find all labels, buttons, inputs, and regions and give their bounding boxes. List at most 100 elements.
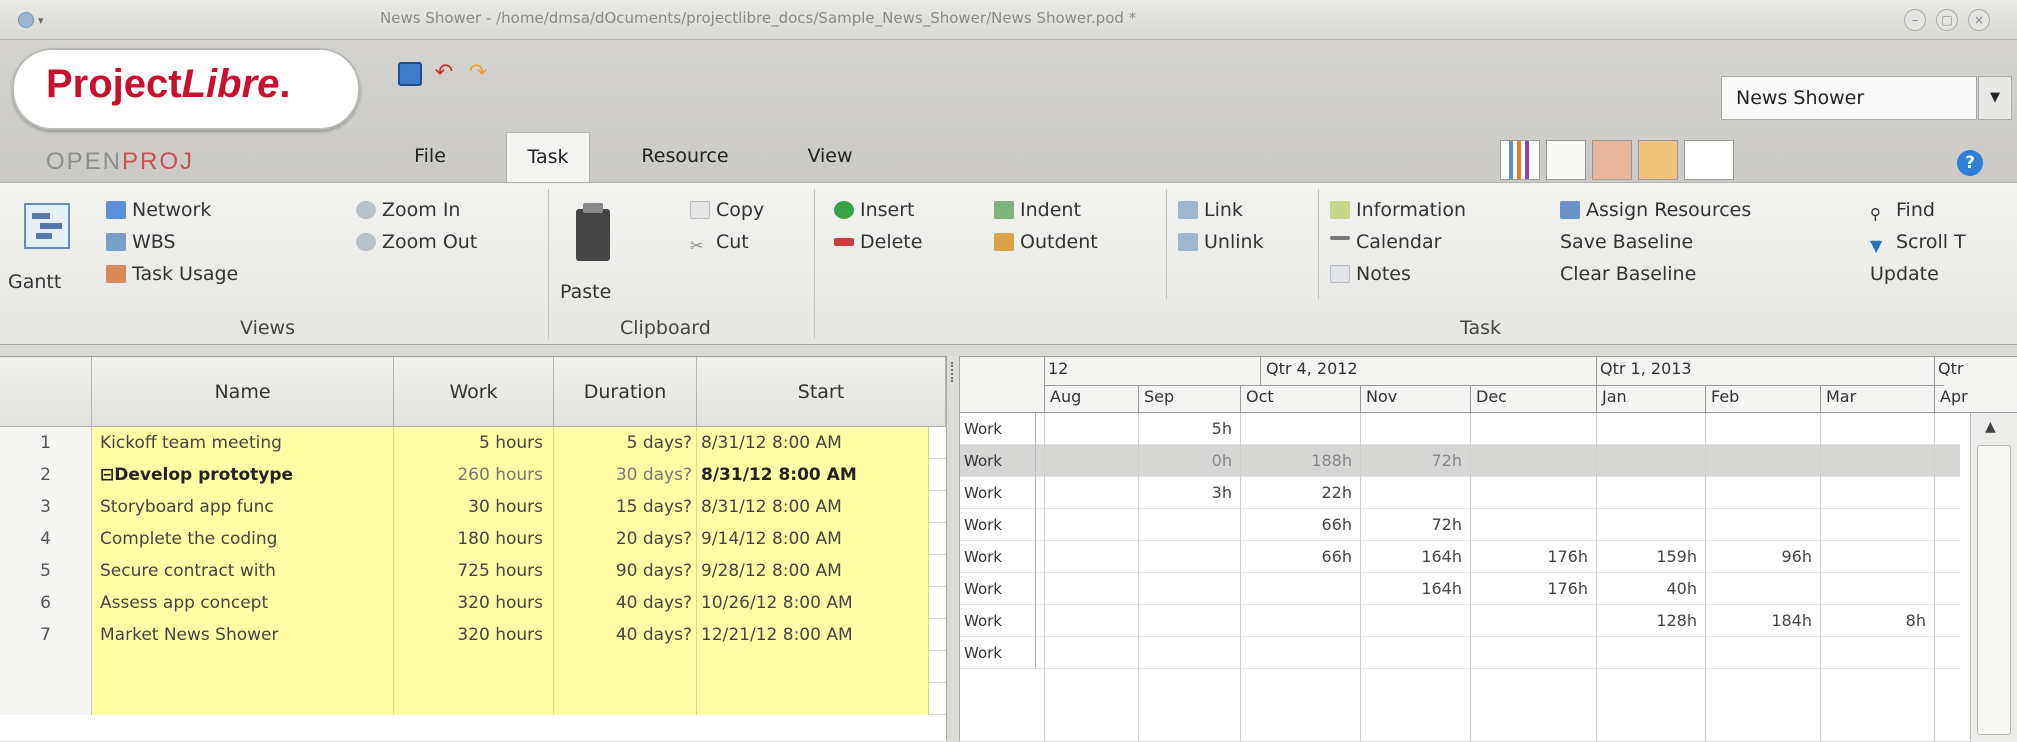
table-row-empty[interactable] — [0, 651, 946, 683]
cut-button[interactable]: ✂ Cut — [690, 231, 749, 255]
tab-view[interactable]: View — [790, 132, 870, 182]
blank-view-icon[interactable] — [1684, 140, 1734, 180]
task-id-cell[interactable]: 1 — [0, 427, 92, 459]
task-work-cell[interactable]: 180 hours — [394, 523, 554, 555]
usage-work-value[interactable]: 8h — [1820, 605, 1926, 637]
task-id-cell[interactable]: 4 — [0, 523, 92, 555]
paste-button[interactable]: Paste — [560, 281, 611, 303]
tab-resource[interactable]: Resource — [622, 132, 748, 182]
table-row[interactable]: 1 Kickoff team meeting 5 hours 5 days? 8/31/… — [0, 427, 946, 459]
task-work-cell[interactable]: 5 hours — [394, 427, 554, 459]
usage-work-value[interactable]: 176h — [1470, 573, 1588, 605]
tab-task[interactable]: Task — [506, 132, 590, 182]
usage-row[interactable]: Work 66h 164h 176h 159h 96h — [960, 541, 1960, 573]
usage-work-value[interactable]: 128h — [1596, 605, 1697, 637]
task-start-cell[interactable]: 8/31/12 8:00 AM — [697, 459, 929, 491]
assign-resources-button[interactable]: Assign Resources — [1560, 199, 1751, 221]
task-start-cell[interactable]: 9/28/12 8:00 AM — [697, 555, 929, 587]
empty-cell[interactable] — [92, 651, 394, 683]
splitter-grip-icon[interactable] — [951, 362, 955, 382]
minimize-icon[interactable]: – — [1904, 9, 1926, 31]
usage-work-value[interactable]: 22h — [1240, 477, 1353, 509]
table-row[interactable]: 6 Assess app concept 320 hours 40 days? 10/2… — [0, 587, 946, 619]
task-start-cell[interactable]: 8/31/12 8:00 AM — [697, 427, 929, 459]
column-header-start[interactable]: Start — [697, 357, 946, 427]
task-id-cell[interactable]: 7 — [0, 619, 92, 651]
task-name-cell[interactable]: Assess app concept — [92, 587, 394, 619]
tab-file[interactable]: File — [390, 132, 470, 182]
delete-button[interactable]: Delete — [834, 231, 922, 253]
usage-work-value[interactable]: 66h — [1240, 509, 1353, 541]
usage-work-value[interactable]: 164h — [1360, 541, 1462, 573]
vertical-scrollbar[interactable]: ▲ — [1970, 413, 2017, 742]
table-row[interactable]: 5 Secure contract with 725 hours 90 days? 9/… — [0, 555, 946, 587]
undo-icon[interactable]: ↶ — [432, 62, 456, 86]
empty-cell[interactable] — [697, 683, 929, 715]
link-button[interactable]: Link — [1178, 199, 1243, 221]
task-name-cell[interactable]: Secure contract with — [92, 555, 394, 587]
usage-work-value[interactable]: 164h — [1360, 573, 1462, 605]
usage-work-value[interactable]: 188h — [1240, 445, 1352, 477]
task-duration-cell[interactable]: 5 days? — [554, 427, 697, 459]
task-id-cell[interactable]: 2 — [0, 459, 92, 491]
usage-row[interactable]: Work 164h 176h 40h — [960, 573, 1960, 605]
scroll-to-task-button[interactable]: ▼ Scroll T — [1870, 231, 1966, 255]
usage-work-value[interactable]: 5h — [1138, 413, 1232, 445]
empty-cell[interactable] — [554, 651, 697, 683]
redo-icon[interactable]: ↷ — [466, 62, 490, 86]
wbs-button[interactable]: WBS — [106, 231, 176, 253]
task-name-cell[interactable]: Kickoff team meeting — [92, 427, 394, 459]
table-row[interactable]: 4 Complete the coding 180 hours 20 days? 9/1… — [0, 523, 946, 555]
task-duration-cell[interactable]: 40 days? — [554, 619, 697, 651]
column-header-name[interactable]: Name — [92, 357, 394, 427]
task-work-cell[interactable]: 260 hours — [394, 459, 554, 491]
save-icon[interactable] — [398, 62, 422, 86]
histogram-view-icon[interactable] — [1500, 140, 1540, 180]
task-work-cell[interactable]: 320 hours — [394, 619, 554, 651]
zoom-in-button[interactable]: Zoom In — [356, 199, 460, 221]
table-row[interactable]: 7 Market News Shower 320 hours 40 days? 12/2… — [0, 619, 946, 651]
usage-work-value[interactable]: 72h — [1360, 509, 1463, 541]
update-button[interactable]: Update — [1870, 263, 1939, 285]
empty-cell[interactable] — [394, 651, 554, 683]
task-id-cell[interactable]: 6 — [0, 587, 92, 619]
paste-icon[interactable] — [576, 203, 610, 261]
chart-view-icon[interactable] — [1546, 140, 1586, 180]
usage-row[interactable]: Work 66h 72h — [960, 509, 1960, 541]
task-start-cell[interactable]: 12/21/12 8:00 AM — [697, 619, 929, 651]
zoom-out-button[interactable]: Zoom Out — [356, 231, 477, 253]
table-row[interactable]: 3 Storyboard app func 30 hours 15 days? 8/31… — [0, 491, 946, 523]
copy-button[interactable]: Copy — [690, 199, 764, 221]
usage-work-value[interactable]: 96h — [1705, 541, 1813, 573]
maximize-icon[interactable]: □ — [1936, 9, 1958, 31]
task-duration-cell[interactable]: 15 days? — [554, 491, 697, 523]
unlink-button[interactable]: Unlink — [1178, 231, 1264, 253]
empty-cell[interactable] — [554, 683, 697, 715]
usage-work-value[interactable]: 176h — [1470, 541, 1588, 573]
task-name-cell[interactable]: Storyboard app func — [92, 491, 394, 523]
information-button[interactable]: Information — [1330, 199, 1466, 221]
network-button[interactable]: Network — [106, 199, 211, 221]
empty-cell[interactable] — [92, 683, 394, 715]
table-row-empty[interactable] — [0, 683, 946, 715]
table-row[interactable]: 2 ⊟Develop prototype 260 hours 30 days? 8/31… — [0, 459, 946, 491]
task-name-cell[interactable]: ⊟Develop prototype — [92, 459, 394, 491]
usage-work-value[interactable]: 3h — [1138, 477, 1232, 509]
task-start-cell[interactable]: 10/26/12 8:00 AM — [697, 587, 929, 619]
usage-work-value[interactable]: 72h — [1360, 445, 1463, 477]
resource-usage-view-icon[interactable] — [1592, 140, 1632, 180]
task-work-cell[interactable]: 320 hours — [394, 587, 554, 619]
usage-work-value[interactable]: 66h — [1240, 541, 1353, 573]
usage-work-value[interactable]: 40h — [1596, 573, 1698, 605]
empty-cell[interactable] — [0, 651, 92, 683]
task-name-cell[interactable]: Complete the coding — [92, 523, 394, 555]
scrollbar-thumb[interactable] — [1977, 445, 2011, 735]
usage-work-value[interactable]: 0h — [1138, 445, 1232, 477]
column-header-id[interactable] — [0, 357, 92, 427]
chevron-down-icon[interactable]: ▼ — [1978, 76, 2012, 120]
usage-row[interactable]: Work 3h 22h — [960, 477, 1960, 509]
empty-cell[interactable] — [394, 683, 554, 715]
gantt-icon[interactable] — [24, 203, 70, 249]
column-header-duration[interactable]: Duration — [554, 357, 697, 427]
task-duration-cell[interactable]: 40 days? — [554, 587, 697, 619]
